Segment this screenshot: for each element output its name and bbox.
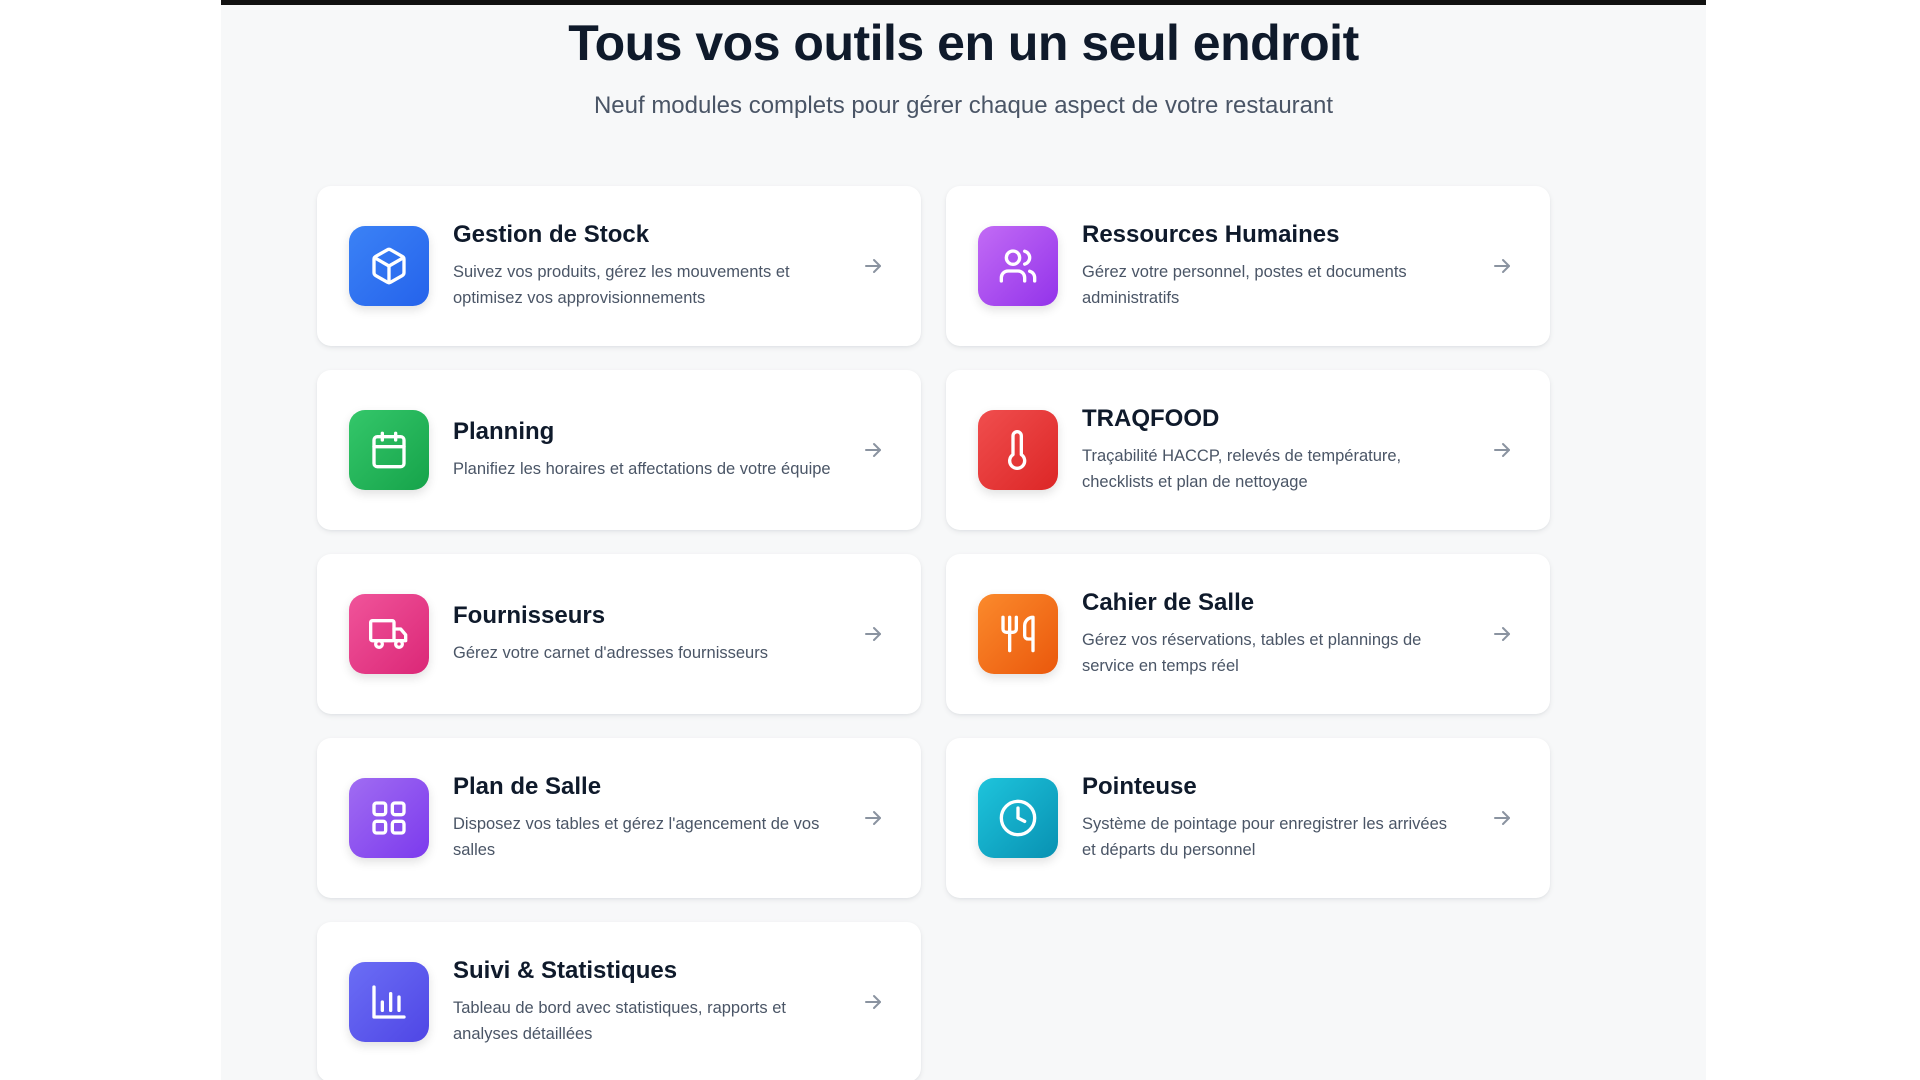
grid-icon (349, 778, 429, 858)
module-description: Tableau de bord avec statistiques, rappo… (453, 999, 786, 1043)
module-card-fournisseurs[interactable]: Fournisseurs Gérez votre carnet d'adress… (317, 554, 921, 714)
page-subtitle: Neuf modules complets pour gérer chaque … (593, 92, 1334, 119)
bar-chart-icon (349, 962, 429, 1042)
arrow-right-icon (1488, 436, 1516, 464)
module-title: Suivi & Statistiques (453, 957, 678, 984)
module-grid: Gestion de Stock Suivez vos produits, gé… (317, 186, 1610, 1080)
module-card-suivi-statistiques[interactable]: Suivi & Statistiques Tableau de bord ave… (317, 922, 921, 1080)
module-description: Planifiez les horaires et affectations d… (453, 460, 831, 478)
page-frame: Tous vos outils en un seul endroit Neuf … (221, 0, 1706, 1080)
module-title: Cahier de Salle (1082, 589, 1255, 616)
arrow-right-icon (859, 804, 887, 832)
module-description: Gérez votre personnel, postes et documen… (1082, 263, 1407, 307)
utensils-icon (978, 594, 1058, 674)
truck-icon (349, 594, 429, 674)
module-description: Suivez vos produits, gérez les mouvement… (453, 263, 790, 307)
arrow-right-icon (1488, 620, 1516, 648)
calendar-icon (349, 410, 429, 490)
module-title: Gestion de Stock (453, 221, 650, 248)
module-title: Fournisseurs (453, 602, 606, 629)
module-description: Disposez vos tables et gérez l'agencemen… (453, 815, 820, 859)
module-description: Système de pointage pour enregistrer les… (1082, 815, 1448, 859)
box-icon (349, 226, 429, 306)
module-title: Planning (453, 418, 555, 445)
users-icon (978, 226, 1058, 306)
module-title: Pointeuse (1082, 773, 1197, 800)
top-bar (221, 0, 1706, 5)
module-card-cahier-de-salle[interactable]: Cahier de Salle Gérez vos réservations, … (946, 554, 1550, 714)
arrow-right-icon (1488, 252, 1516, 280)
module-title: Ressources Humaines (1082, 221, 1340, 248)
arrow-right-icon (859, 620, 887, 648)
module-card-planning[interactable]: Planning Planifiez les horaires et affec… (317, 370, 921, 530)
arrow-right-icon (1488, 804, 1516, 832)
thermometer-icon (978, 410, 1058, 490)
page-title: Tous vos outils en un seul endroit (568, 15, 1359, 71)
arrow-right-icon (859, 252, 887, 280)
module-card-pointeuse[interactable]: Pointeuse Système de pointage pour enreg… (946, 738, 1550, 898)
module-card-traqfood[interactable]: TRAQFOOD Traçabilité HACCP, relevés de t… (946, 370, 1550, 530)
module-description: Gérez votre carnet d'adresses fournisseu… (453, 644, 768, 662)
arrow-right-icon (859, 436, 887, 464)
arrow-right-icon (859, 988, 887, 1016)
module-card-ressources-humaines[interactable]: Ressources Humaines Gérez votre personne… (946, 186, 1550, 346)
module-title: Plan de Salle (453, 773, 602, 800)
module-description: Gérez vos réservations, tables et planni… (1082, 631, 1422, 675)
module-description: Traçabilité HACCP, relevés de températur… (1082, 447, 1402, 491)
module-card-plan-de-salle[interactable]: Plan de Salle Disposez vos tables et gér… (317, 738, 921, 898)
module-title: TRAQFOOD (1082, 405, 1220, 432)
module-card-gestion-de-stock[interactable]: Gestion de Stock Suivez vos produits, gé… (317, 186, 921, 346)
clock-icon (978, 778, 1058, 858)
